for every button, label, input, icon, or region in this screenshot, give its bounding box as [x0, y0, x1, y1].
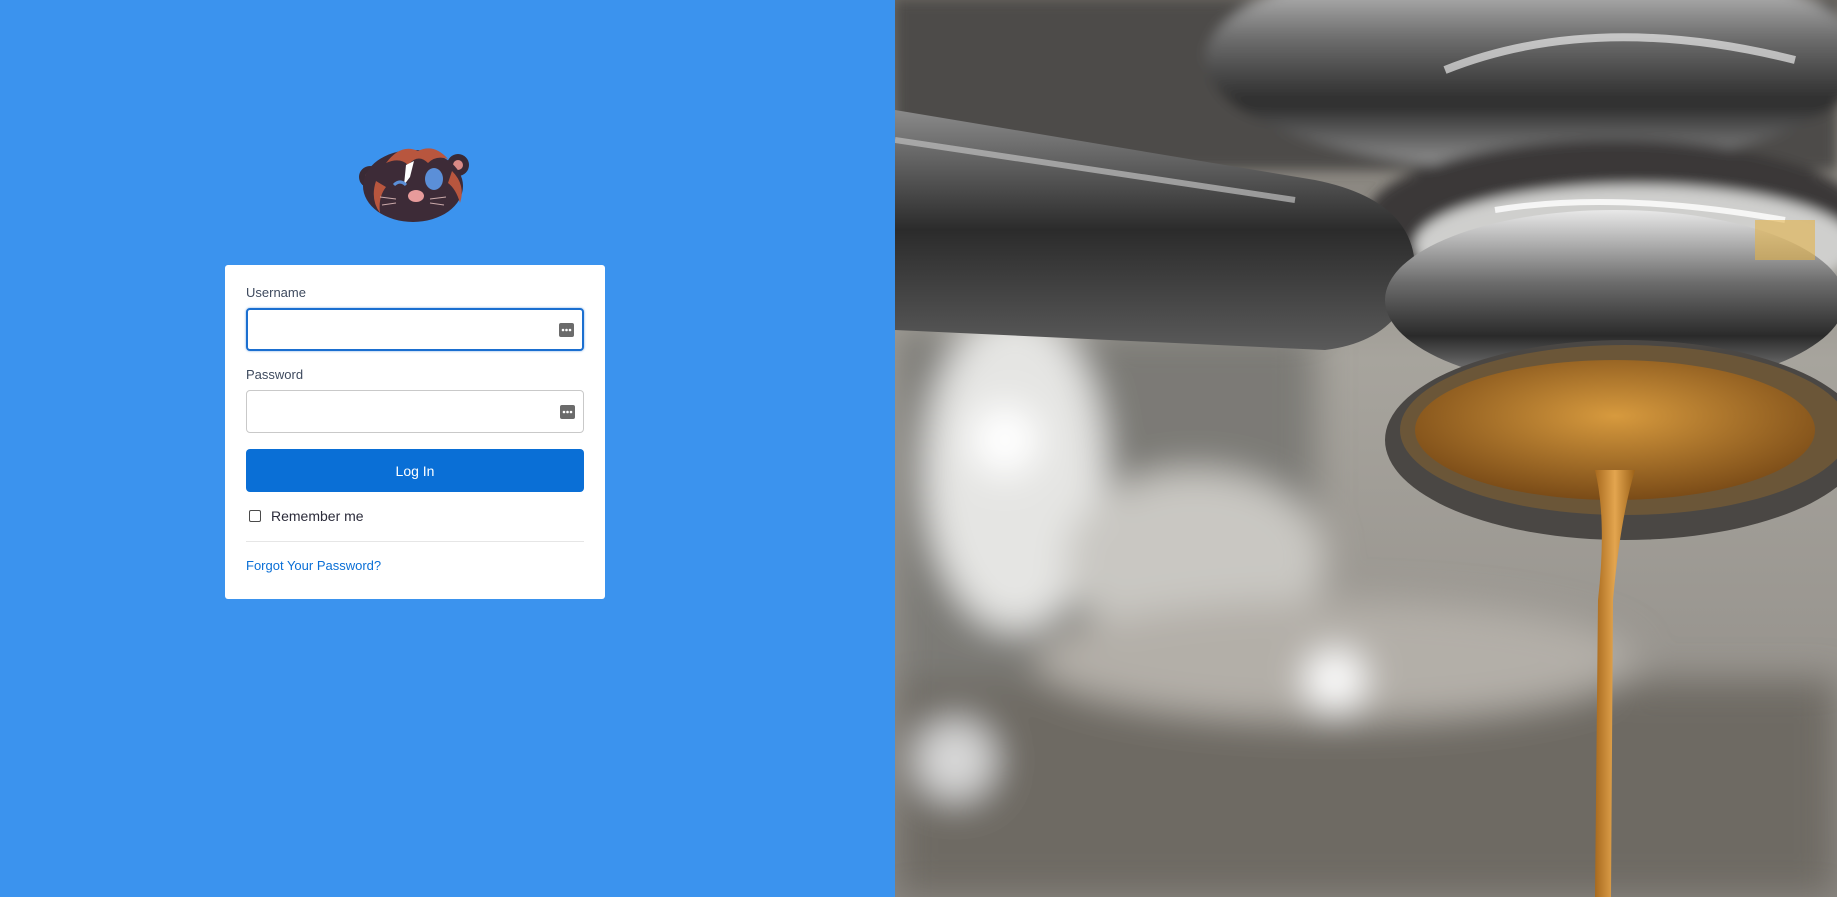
remember-me-checkbox[interactable]: [249, 510, 261, 522]
password-field-wrapper[interactable]: [246, 390, 584, 433]
password-label: Password: [246, 367, 304, 382]
username-field-wrapper[interactable]: [246, 308, 584, 351]
divider: [246, 541, 584, 542]
espresso-machine-photo: [895, 0, 1837, 897]
password-input[interactable]: [247, 391, 537, 432]
password-manager-key-icon[interactable]: [560, 404, 575, 419]
remember-me-row[interactable]: Remember me: [249, 508, 364, 524]
login-page: Username Password Log In Remember me For…: [0, 0, 1837, 897]
username-label: Username: [246, 285, 306, 300]
login-panel: Username Password Log In Remember me For…: [0, 0, 895, 897]
login-button[interactable]: Log In: [246, 449, 584, 492]
hamster-logo: [359, 148, 469, 222]
username-input[interactable]: [248, 310, 538, 349]
hero-panel: [895, 0, 1837, 897]
login-card: Username Password Log In Remember me For…: [225, 265, 605, 599]
remember-me-label[interactable]: Remember me: [271, 508, 364, 524]
password-manager-key-icon[interactable]: [559, 322, 574, 337]
forgot-password-link[interactable]: Forgot Your Password?: [246, 558, 381, 573]
